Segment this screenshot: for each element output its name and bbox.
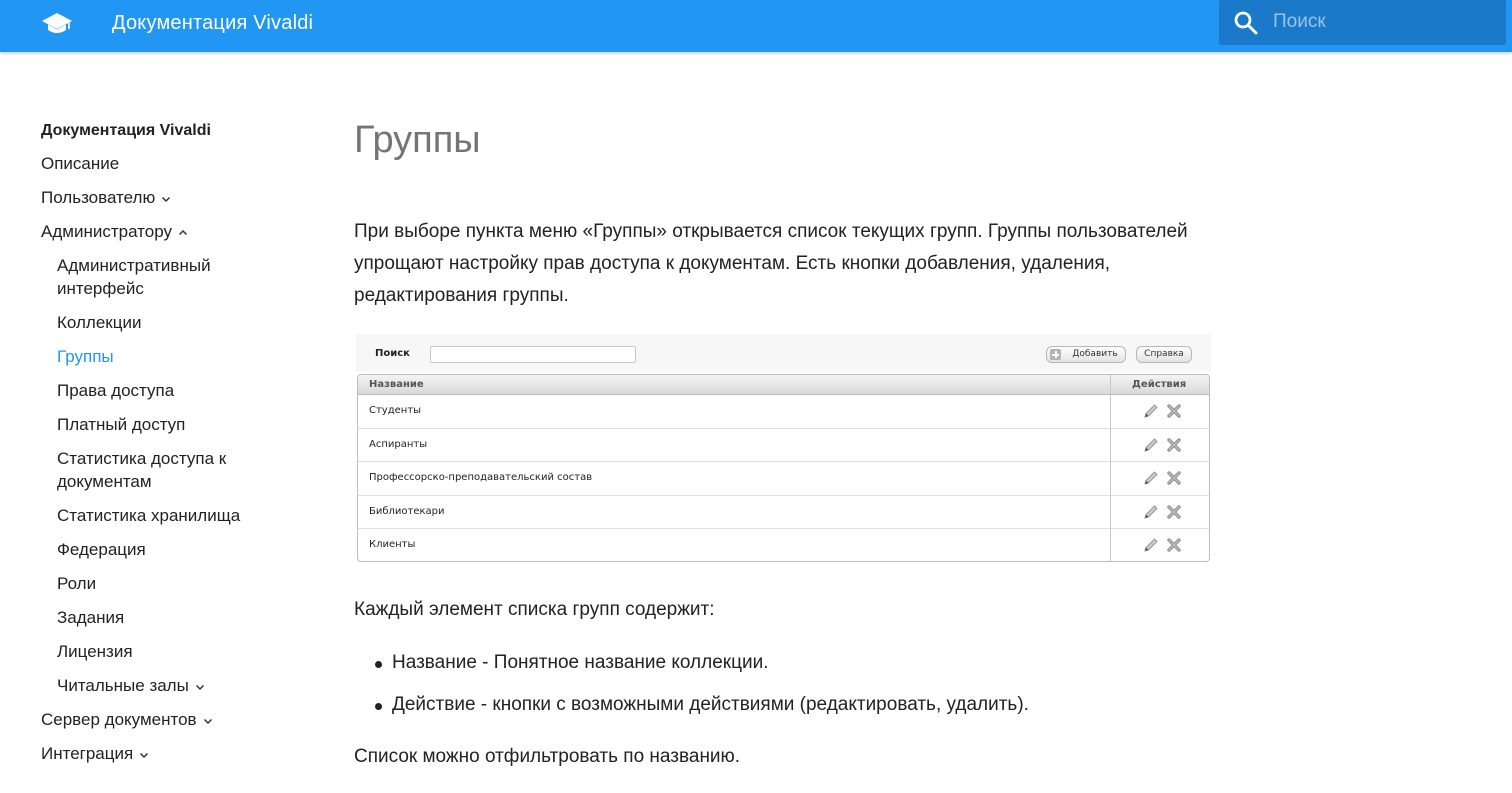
group-name: Библиотекари — [369, 505, 445, 517]
pencil-icon — [1144, 404, 1158, 418]
sidebar-item[interactable]: Интеграция — [41, 742, 291, 776]
sidebar-item[interactable]: Административный интерфейс — [41, 254, 291, 311]
sidebar-item[interactable]: Статистика хранилища — [41, 504, 291, 538]
chevron-down-icon — [195, 684, 204, 690]
group-name: Аспиранты — [369, 438, 428, 450]
sidebar-item-label: Задания — [57, 608, 125, 627]
sidebar-heading[interactable]: Документация Vivaldi — [41, 118, 291, 152]
site-title[interactable]: Документация Vivaldi — [112, 9, 313, 37]
screenshot-add-button: Добавить — [1046, 346, 1126, 363]
column-divider — [1110, 375, 1111, 561]
chevron-down-icon — [162, 196, 171, 202]
table-row: Аспиранты — [358, 429, 1209, 462]
column-header-actions: Действия — [1132, 379, 1187, 390]
group-name: Клиенты — [369, 539, 416, 550]
groups-screenshot: Поиск Добавить Справка Название Действия… — [356, 334, 1211, 564]
sidebar-item[interactable]: Роли — [41, 572, 291, 606]
sidebar-item-label: Администратору — [41, 222, 172, 241]
sidebar-item-label: Пользователю — [41, 188, 156, 207]
sidebar-item-label: Сервер документов — [41, 710, 197, 729]
screenshot-table-header: Название Действия — [358, 375, 1209, 395]
sidebar-item[interactable]: Права доступа — [41, 379, 291, 413]
screenshot-search-input — [430, 346, 636, 363]
sidebar-item-label: Платный доступ — [57, 415, 186, 434]
sidebar-item[interactable]: Платный доступ — [41, 413, 291, 447]
sidebar-item[interactable]: Группы — [41, 345, 291, 379]
sidebar-item-label: Статистика хранилища — [57, 506, 241, 525]
sidebar-nav: Документация Vivaldi Описание Пользовател… — [41, 118, 291, 776]
screenshot-search-label: Поиск — [375, 348, 410, 359]
delete-cross-icon — [1167, 538, 1181, 552]
list-item: Действие - кнопки с возможными действиям… — [354, 689, 1029, 721]
list-intro-paragraph: Каждый элемент списка групп содержит: — [354, 599, 715, 620]
delete-cross-icon — [1167, 404, 1181, 418]
page-title: Группы — [354, 119, 481, 161]
table-row: Клиенты — [358, 529, 1209, 561]
delete-cross-icon — [1167, 471, 1181, 485]
sidebar-item-label: Читальные залы — [57, 676, 189, 695]
sidebar-item[interactable]: Читальные залы — [41, 674, 291, 708]
sidebar-item-label: Федерация — [57, 540, 146, 559]
sidebar-item-label: Лицензия — [57, 642, 133, 661]
sidebar-item[interactable]: Пользователю — [41, 186, 291, 220]
pencil-icon — [1144, 471, 1158, 485]
screenshot-add-label: Добавить — [1072, 349, 1118, 359]
sidebar-item-label: Коллекции — [57, 313, 142, 332]
search-icon — [1234, 11, 1258, 35]
table-row: Профессорско-преподавательский состав — [358, 462, 1209, 496]
sidebar-item[interactable]: Сервер документов — [41, 708, 291, 742]
sidebar-item-label: Интеграция — [41, 744, 134, 763]
group-name: Профессорско-преподавательский состав — [369, 472, 593, 483]
screenshot-groups-table: Название Действия Студенты Аспиранты Профе… — [357, 374, 1210, 562]
sidebar-items: Описание Пользователю Администратору Админи… — [41, 152, 291, 776]
sidebar-item[interactable]: Лицензия — [41, 640, 291, 674]
screenshot-toolbar: Поиск Добавить Справка — [356, 334, 1211, 372]
outro-paragraph: Список можно отфильтровать по названию. — [354, 746, 741, 767]
group-name: Студенты — [369, 405, 422, 416]
plus-icon — [1050, 349, 1061, 360]
sidebar-item[interactable]: Федерация — [41, 538, 291, 572]
sidebar-item-label: Группы — [57, 347, 114, 366]
pencil-icon — [1144, 437, 1158, 452]
sidebar-item-label: Роли — [57, 574, 97, 593]
graduation-cap-icon[interactable] — [40, 9, 74, 39]
search-input[interactable] — [1273, 8, 1493, 36]
column-header-name: Название — [369, 379, 424, 390]
pencil-icon — [1144, 504, 1158, 519]
pencil-icon — [1144, 538, 1158, 552]
sidebar-item-label: Административный интерфейс — [57, 256, 211, 298]
sidebar-item[interactable]: Статистика доступа к документам — [41, 447, 291, 504]
sidebar-item[interactable]: Описание — [41, 152, 291, 186]
chevron-down-icon — [203, 718, 212, 724]
intro-paragraph: При выборе пункта меню «Группы» открывае… — [354, 221, 1188, 306]
sidebar-item[interactable]: Коллекции — [41, 311, 291, 345]
sidebar-item-label: Статистика доступа к документам — [57, 449, 227, 491]
sidebar-item-label: Права доступа — [57, 381, 175, 400]
sidebar-item[interactable]: Администратору — [41, 220, 291, 254]
chevron-down-icon — [140, 752, 149, 758]
sidebar-item-label: Описание — [41, 154, 120, 173]
search-box[interactable] — [1219, 0, 1506, 45]
table-row: Библиотекари — [358, 496, 1209, 529]
main-content: Группы При выборе пункта меню «Группы» о… — [354, 116, 1224, 767]
delete-cross-icon — [1167, 504, 1181, 519]
delete-cross-icon — [1167, 437, 1181, 452]
table-row: Студенты — [358, 395, 1209, 429]
sidebar-item[interactable]: Задания — [41, 606, 291, 640]
screenshot-help-button: Справка — [1136, 346, 1192, 363]
field-list: Название - Понятное название коллекции. … — [354, 647, 1029, 731]
list-item: Название - Понятное название коллекции. — [354, 647, 1029, 679]
top-header: Документация Vivaldi — [0, 0, 1512, 52]
chevron-up-icon — [178, 229, 187, 235]
screenshot-help-label: Справка — [1144, 349, 1184, 359]
